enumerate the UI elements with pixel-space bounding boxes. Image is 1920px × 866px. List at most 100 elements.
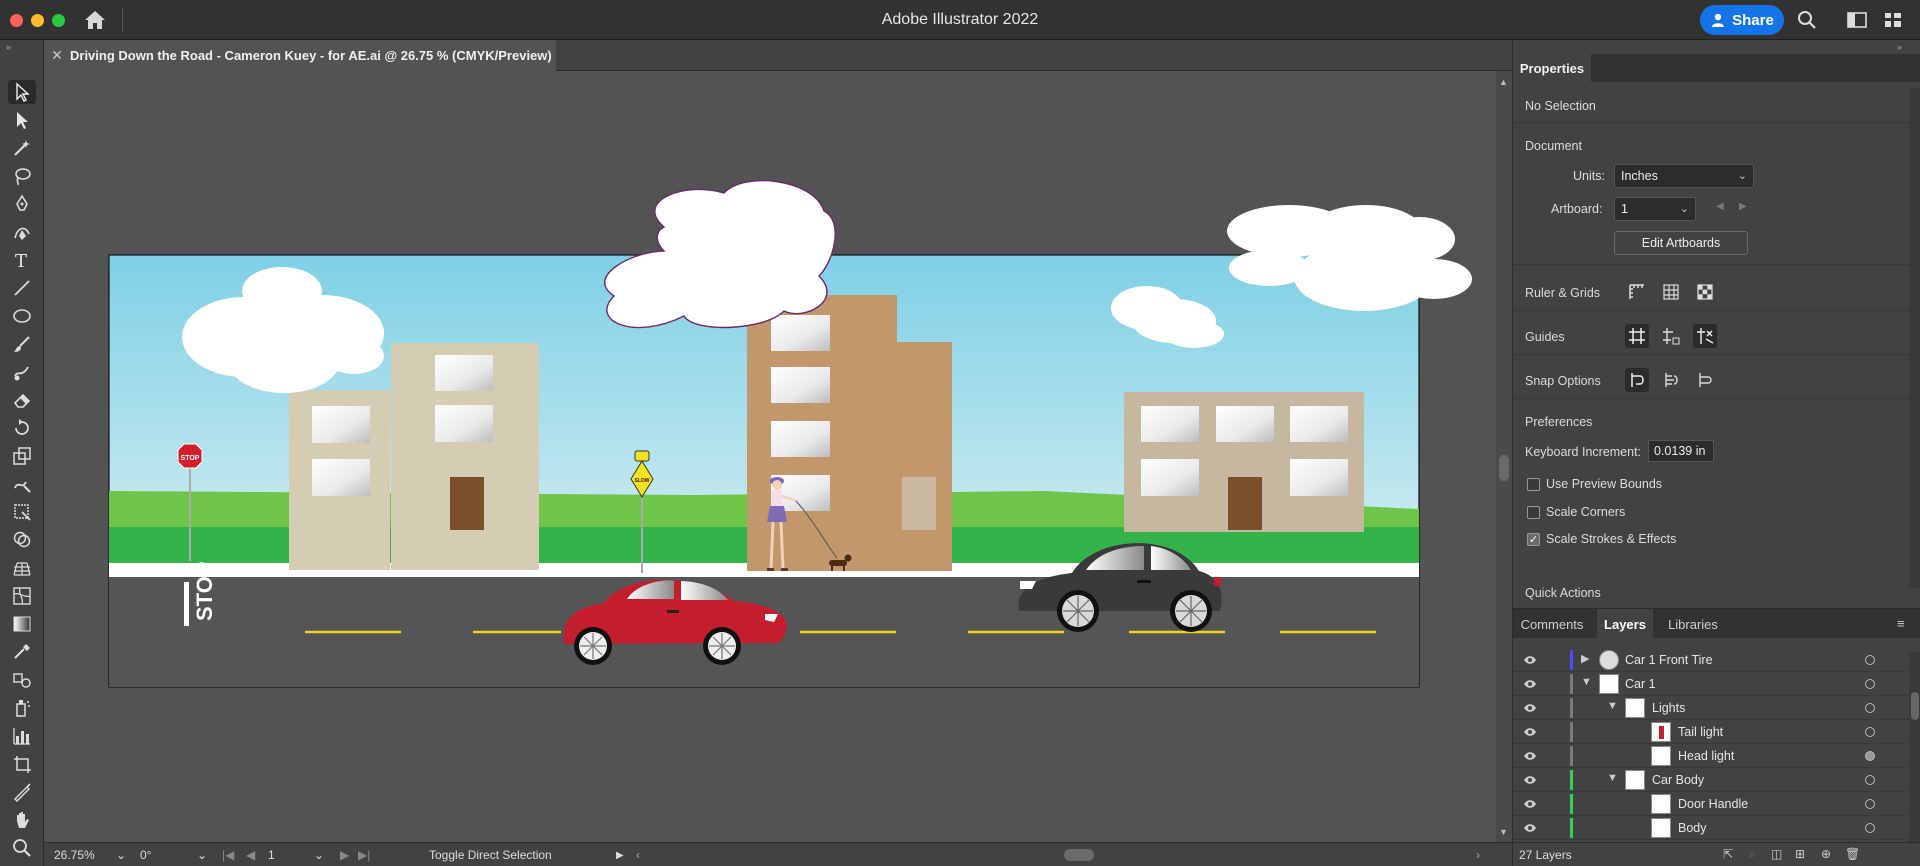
layer-row[interactable]: Body (1513, 816, 1909, 840)
close-tab-icon[interactable]: ✕ (44, 47, 70, 64)
workspace-icon[interactable] (1846, 10, 1868, 30)
layer-row[interactable]: ▼ Lights (1513, 696, 1909, 720)
shaper-tool[interactable] (8, 360, 36, 384)
artboard-select[interactable]: 1 ⌄ (1614, 197, 1696, 221)
scroll-down-icon[interactable]: ▼ (1499, 827, 1508, 837)
keyboard-increment-input[interactable]: 0.0139 in (1648, 440, 1714, 462)
artwork[interactable]: STOP STOP SLOW (44, 71, 1496, 842)
direct-selection-tool[interactable] (8, 108, 36, 132)
rotate-tool[interactable] (8, 416, 36, 440)
layer-name[interactable]: Head light (1678, 749, 1734, 763)
column-graph-tool[interactable] (8, 724, 36, 748)
smart-guides-icon[interactable] (1693, 324, 1717, 348)
clipping-mask-icon[interactable]: ◫ (1771, 847, 1782, 861)
layer-target-icon[interactable] (1865, 775, 1875, 785)
new-layer-icon[interactable]: ⊕ (1821, 847, 1831, 861)
new-sublayer-icon[interactable]: ⊞ (1795, 847, 1805, 861)
zoom-tool[interactable] (8, 836, 36, 860)
canvas[interactable]: STOP STOP SLOW (44, 71, 1496, 842)
layer-target-icon[interactable] (1865, 751, 1875, 761)
next-artboard-icon[interactable]: ▶ (340, 846, 349, 864)
scale-corners-checkbox[interactable] (1527, 506, 1540, 519)
toolbar-collapse-icon[interactable]: » (6, 42, 11, 52)
rotation-value[interactable]: 0° (140, 846, 180, 864)
visibility-eye-icon[interactable] (1523, 774, 1537, 786)
layer-name[interactable]: Car Body (1652, 773, 1704, 787)
paintbrush-tool[interactable] (8, 332, 36, 356)
artboard-tool[interactable] (8, 752, 36, 776)
transparency-grid-icon[interactable] (1693, 280, 1717, 304)
layer-target-icon[interactable] (1865, 727, 1875, 737)
mesh-tool[interactable] (8, 584, 36, 608)
status-menu-arrow-icon[interactable]: ▶ (616, 846, 624, 864)
snap-to-point-icon[interactable] (1625, 368, 1649, 392)
next-artboard-icon[interactable]: ▶ (1739, 201, 1747, 212)
gradient-tool[interactable] (8, 612, 36, 636)
share-button[interactable]: Share (1700, 5, 1784, 35)
scale-tool[interactable] (8, 444, 36, 468)
first-artboard-icon[interactable]: |◀ (222, 846, 234, 864)
collapse-arrow-icon[interactable]: ▼ (1607, 772, 1618, 784)
layer-row[interactable]: ▼ Car 1 (1513, 672, 1909, 696)
visibility-eye-icon[interactable] (1523, 726, 1537, 738)
layers-scroll-thumb[interactable] (1911, 692, 1919, 720)
zoom-level[interactable]: 26.75% (54, 846, 114, 864)
shape-builder-tool[interactable] (8, 528, 36, 552)
lock-guides-icon[interactable] (1659, 324, 1683, 348)
line-tool[interactable] (8, 276, 36, 300)
layer-target-icon[interactable] (1865, 703, 1875, 713)
layer-name[interactable]: Lights (1652, 701, 1685, 715)
grid-icon[interactable] (1659, 280, 1683, 304)
visibility-eye-icon[interactable] (1523, 822, 1537, 834)
selection-tool[interactable] (8, 80, 36, 104)
layer-name[interactable]: Car 1 (1625, 677, 1656, 691)
building-right[interactable] (1124, 392, 1364, 532)
layer-row[interactable]: Head light (1513, 744, 1909, 768)
previous-artboard-icon[interactable]: ◀ (1716, 201, 1724, 212)
scroll-left-icon[interactable]: ‹ (636, 846, 640, 864)
edit-artboards-button[interactable]: Edit Artboards (1614, 231, 1748, 255)
libraries-tab[interactable]: Libraries (1657, 609, 1729, 639)
pen-tool[interactable] (8, 192, 36, 216)
layer-row[interactable]: ▶ Car 1 Front Tire (1513, 648, 1909, 672)
arrange-icon[interactable] (1882, 10, 1904, 30)
layer-name[interactable]: Body (1678, 821, 1707, 835)
zoom-dropdown-chevron-icon[interactable]: ⌄ (116, 846, 126, 864)
delete-layer-icon[interactable]: 🗑 (1845, 847, 1860, 861)
curvature-tool[interactable] (8, 220, 36, 244)
panel-collapse-icon[interactable]: » (1897, 42, 1902, 52)
units-select[interactable]: Inches ⌄ (1614, 164, 1754, 188)
visibility-eye-icon[interactable] (1523, 702, 1537, 714)
scale-strokes-checkbox[interactable]: ✓ (1527, 533, 1540, 546)
ruler-icon[interactable] (1625, 280, 1649, 304)
layer-name[interactable]: Tail light (1678, 725, 1723, 739)
layer-row[interactable]: Door Handle (1513, 792, 1909, 816)
layer-target-icon[interactable] (1865, 655, 1875, 665)
last-artboard-icon[interactable]: ▶| (358, 846, 370, 864)
layer-name[interactable]: Car 1 Front Tire (1625, 653, 1713, 667)
visibility-eye-icon[interactable] (1523, 798, 1537, 810)
puppet-warp-tool[interactable] (8, 472, 36, 496)
canvas-vertical-scroll-thumb[interactable] (1499, 455, 1509, 481)
cloud-center-selected[interactable] (604, 179, 836, 329)
free-transform-tool[interactable] (8, 500, 36, 524)
layers-tab[interactable]: Layers (1597, 609, 1653, 639)
expand-arrow-icon[interactable]: ▶ (1581, 652, 1589, 665)
layers-scrollbar[interactable] (1909, 652, 1920, 842)
visibility-eye-icon[interactable] (1523, 750, 1537, 762)
panel-menu-icon[interactable]: ≡ (1897, 616, 1905, 631)
document-tab[interactable]: ✕ Driving Down the Road - Cameron Kuey -… (44, 40, 556, 71)
symbol-sprayer-tool[interactable] (8, 696, 36, 720)
ellipse-tool[interactable] (8, 304, 36, 328)
properties-tab[interactable]: Properties (1513, 54, 1591, 82)
perspective-grid-tool[interactable] (8, 556, 36, 580)
type-tool[interactable]: T (8, 248, 36, 272)
export-icon[interactable]: ⇱ (1723, 847, 1733, 861)
status-text[interactable]: Toggle Direct Selection (429, 846, 552, 864)
layer-row[interactable]: Tail light (1513, 720, 1909, 744)
scroll-up-icon[interactable]: ▲ (1499, 77, 1508, 87)
layer-target-icon[interactable] (1865, 799, 1875, 809)
layer-name[interactable]: Door Handle (1678, 797, 1748, 811)
snap-to-pixel-icon[interactable] (1659, 368, 1683, 392)
canvas-horizontal-scroll-thumb[interactable] (1064, 849, 1094, 861)
